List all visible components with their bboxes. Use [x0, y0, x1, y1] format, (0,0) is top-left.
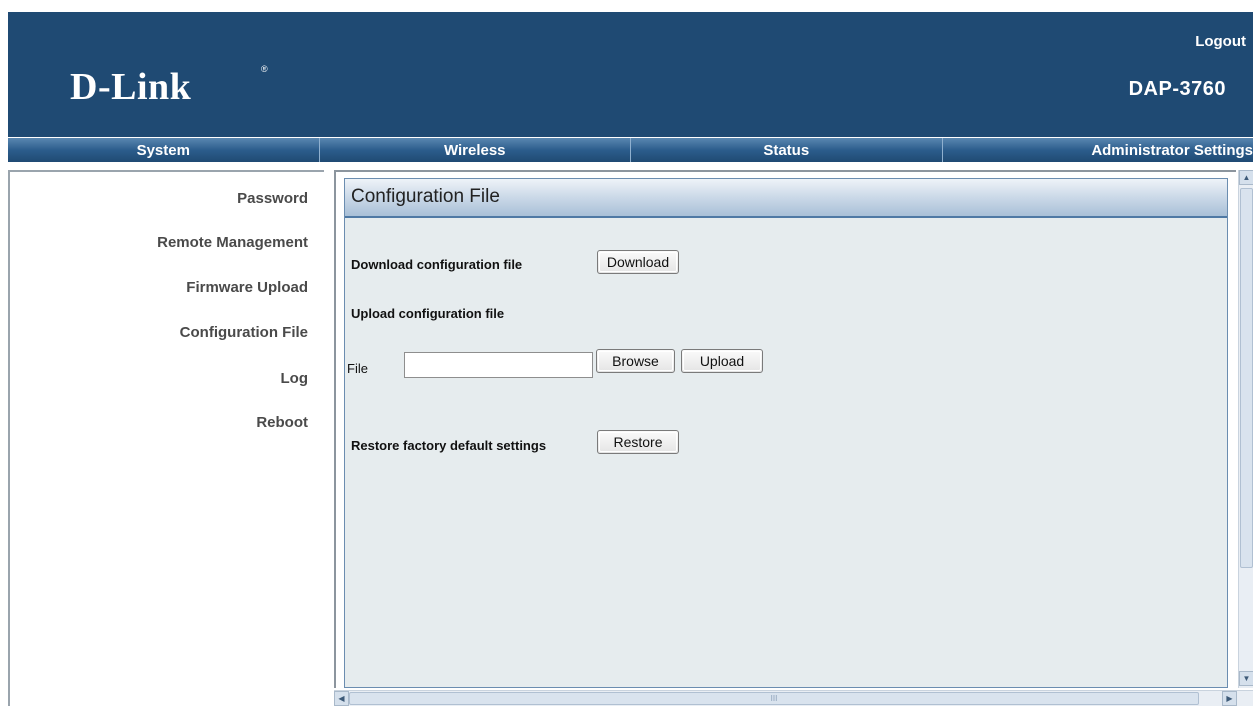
main-nav: System Wireless Status Administrator Set…: [8, 138, 1253, 162]
scroll-right-icon[interactable]: ▶: [1222, 691, 1237, 706]
header-banner: D-Link ® Logout DAP-3760: [8, 12, 1253, 137]
file-label: File: [347, 361, 368, 376]
horizontal-scroll-thumb[interactable]: III: [349, 692, 1199, 705]
sidebar-item-password[interactable]: Password: [237, 190, 308, 207]
download-button[interactable]: Download: [597, 250, 679, 274]
registered-mark: ®: [261, 64, 268, 74]
content-frame: Configuration File Download configuratio…: [334, 170, 1236, 688]
tab-wireless[interactable]: Wireless: [320, 138, 631, 162]
download-config-label: Download configuration file: [351, 257, 523, 272]
tab-administrator-settings[interactable]: Administrator Settings: [943, 138, 1253, 162]
sidebar-item-log[interactable]: Log: [281, 370, 309, 387]
dlink-logo: D-Link: [70, 66, 192, 108]
file-path-input[interactable]: [404, 352, 593, 378]
tab-status[interactable]: Status: [631, 138, 943, 162]
tab-system[interactable]: System: [8, 138, 320, 162]
upload-button[interactable]: Upload: [681, 349, 763, 373]
scroll-grip-icon: III: [770, 694, 778, 703]
scroll-left-icon[interactable]: ◀: [334, 691, 349, 706]
sidebar-item-configuration-file[interactable]: Configuration File: [180, 324, 308, 341]
horizontal-scrollbar[interactable]: ◀ III ▶: [334, 690, 1253, 706]
scroll-up-icon[interactable]: ▲: [1239, 170, 1253, 185]
vertical-scroll-thumb[interactable]: [1240, 188, 1253, 568]
logout-link[interactable]: Logout: [1195, 33, 1246, 50]
upload-config-label: Upload configuration file: [351, 306, 505, 321]
restore-defaults-label: Restore factory default settings: [351, 438, 547, 453]
sidebar-item-reboot[interactable]: Reboot: [256, 414, 308, 431]
page-title: Configuration File: [351, 186, 500, 207]
sidebar-item-remote-management[interactable]: Remote Management: [157, 234, 308, 251]
model-name: DAP-3760: [1128, 78, 1226, 100]
scroll-down-icon[interactable]: ▼: [1239, 671, 1253, 686]
configuration-panel: Configuration File Download configuratio…: [344, 178, 1228, 688]
panel-header: Configuration File: [345, 179, 1227, 218]
sidebar: Password Remote Management Firmware Uplo…: [8, 170, 324, 706]
browse-button[interactable]: Browse: [596, 349, 675, 373]
vertical-scrollbar[interactable]: ▲ ▼: [1238, 170, 1253, 688]
sidebar-item-firmware-upload[interactable]: Firmware Upload: [186, 279, 308, 296]
restore-button[interactable]: Restore: [597, 430, 679, 454]
